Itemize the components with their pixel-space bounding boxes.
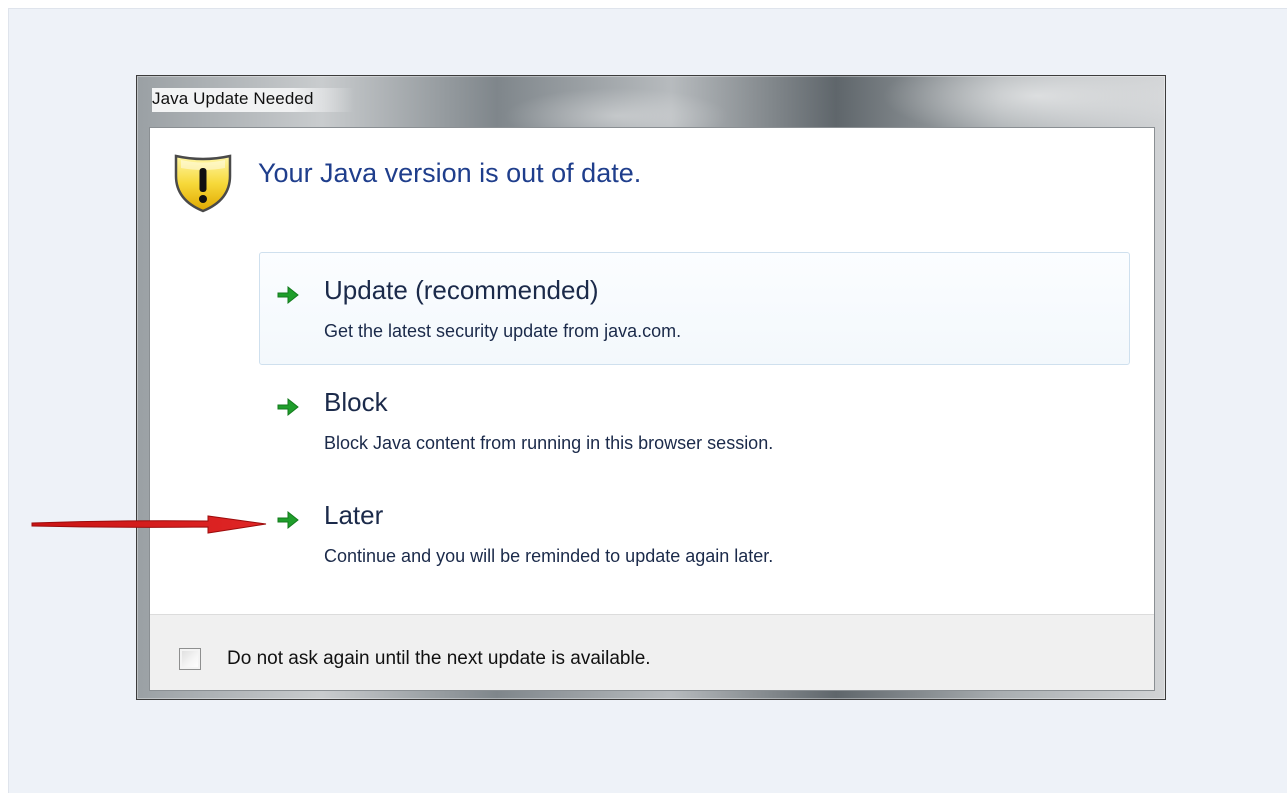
option-update-description: Get the latest security update from java…	[324, 321, 682, 341]
do-not-ask-label[interactable]: Do not ask again until the next update i…	[227, 648, 651, 670]
option-update[interactable]: Update (recommended) Get the latest secu…	[259, 252, 1130, 365]
dialog-header: Your Java version is out of date.	[172, 148, 1132, 214]
option-block-description: Block Java content from running in this …	[324, 433, 774, 453]
option-later-description: Continue and you will be reminded to upd…	[324, 546, 774, 566]
header-message: Your Java version is out of date.	[258, 158, 642, 188]
warning-shield-icon	[174, 154, 232, 213]
do-not-ask-checkbox[interactable]	[179, 648, 201, 670]
dialog-title: Java Update Needed	[152, 88, 354, 112]
green-arrow-icon	[277, 397, 299, 417]
option-later[interactable]: Later Continue and you will be reminded …	[259, 477, 1130, 590]
red-pointer-arrow-icon	[31, 515, 267, 534]
green-arrow-icon	[277, 285, 299, 305]
option-block-title: Block	[324, 387, 388, 417]
option-block[interactable]: Block Block Java content from running in…	[259, 364, 1130, 477]
option-later-title: Later	[324, 500, 384, 530]
option-update-title: Update (recommended)	[324, 275, 599, 305]
dialog-footer: Do not ask again until the next update i…	[150, 614, 1154, 690]
green-arrow-icon	[277, 510, 299, 530]
